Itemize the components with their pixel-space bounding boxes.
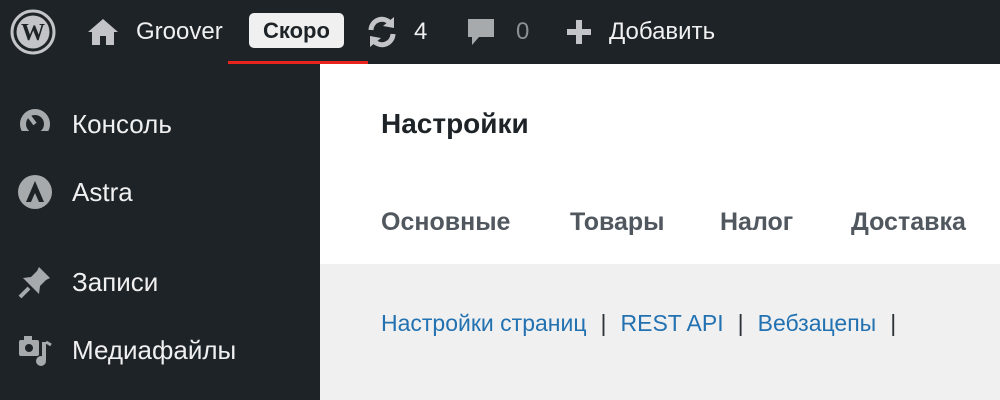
sidebar-item-media[interactable]: Медиафайлы bbox=[0, 320, 320, 380]
plus-icon bbox=[567, 20, 591, 44]
svg-text:W: W bbox=[21, 20, 45, 46]
page-title: Настройки bbox=[381, 108, 529, 139]
pin-icon bbox=[16, 264, 54, 300]
wordpress-icon: W bbox=[10, 9, 56, 55]
tab-products[interactable]: Товары bbox=[570, 208, 665, 237]
wordpress-logo-button[interactable]: W bbox=[10, 0, 56, 64]
sidebar-item-label: Консоль bbox=[72, 108, 172, 139]
tab-tax[interactable]: Налог bbox=[720, 208, 793, 237]
astra-icon bbox=[16, 174, 54, 210]
sidebar-item-posts[interactable]: Записи bbox=[0, 252, 320, 312]
settings-header: Настройки Основные Товары Налог Доставка bbox=[320, 64, 1000, 264]
site-name-link[interactable]: Groover bbox=[136, 0, 223, 64]
sub-navigation: Настройки страниц | REST API | Вебзацепы | bbox=[381, 310, 910, 340]
admin-bar: W Groover Скоро 4 0 Добавить bbox=[0, 0, 1000, 66]
tab-general[interactable]: Основные bbox=[381, 208, 510, 237]
sidebar-item-dashboard[interactable]: Консоль bbox=[0, 94, 320, 154]
separator: | bbox=[600, 310, 607, 336]
sidebar-item-label: Astra bbox=[72, 176, 133, 207]
home-icon[interactable] bbox=[86, 0, 120, 64]
admin-sidebar: Консоль Astra Записи Медиафайлы bbox=[0, 64, 320, 400]
sidebar-item-label: Записи bbox=[72, 266, 159, 297]
media-icon bbox=[16, 332, 54, 368]
comments-count: 0 bbox=[516, 18, 530, 45]
sidebar-item-astra[interactable]: Astra bbox=[0, 162, 320, 222]
comment-icon bbox=[468, 19, 494, 45]
comments-button[interactable]: 0 bbox=[466, 0, 529, 64]
sublink-webhooks[interactable]: Вебзацепы bbox=[758, 310, 877, 336]
dashboard-icon bbox=[16, 106, 54, 142]
tab-shipping[interactable]: Доставка bbox=[851, 208, 966, 237]
separator: | bbox=[890, 310, 897, 336]
add-new-button[interactable]: Добавить bbox=[565, 0, 715, 64]
updates-button[interactable]: 4 bbox=[364, 0, 427, 64]
sidebar-item-label: Медиафайлы bbox=[72, 334, 237, 365]
separator: | bbox=[737, 310, 744, 336]
sublink-rest-api[interactable]: REST API bbox=[621, 310, 724, 336]
refresh-icon bbox=[368, 16, 396, 48]
add-new-label: Добавить bbox=[609, 18, 716, 45]
sublink-page-settings[interactable]: Настройки страниц bbox=[381, 310, 587, 336]
updates-count: 4 bbox=[414, 18, 428, 45]
coming-soon-badge[interactable]: Скоро bbox=[249, 13, 344, 48]
